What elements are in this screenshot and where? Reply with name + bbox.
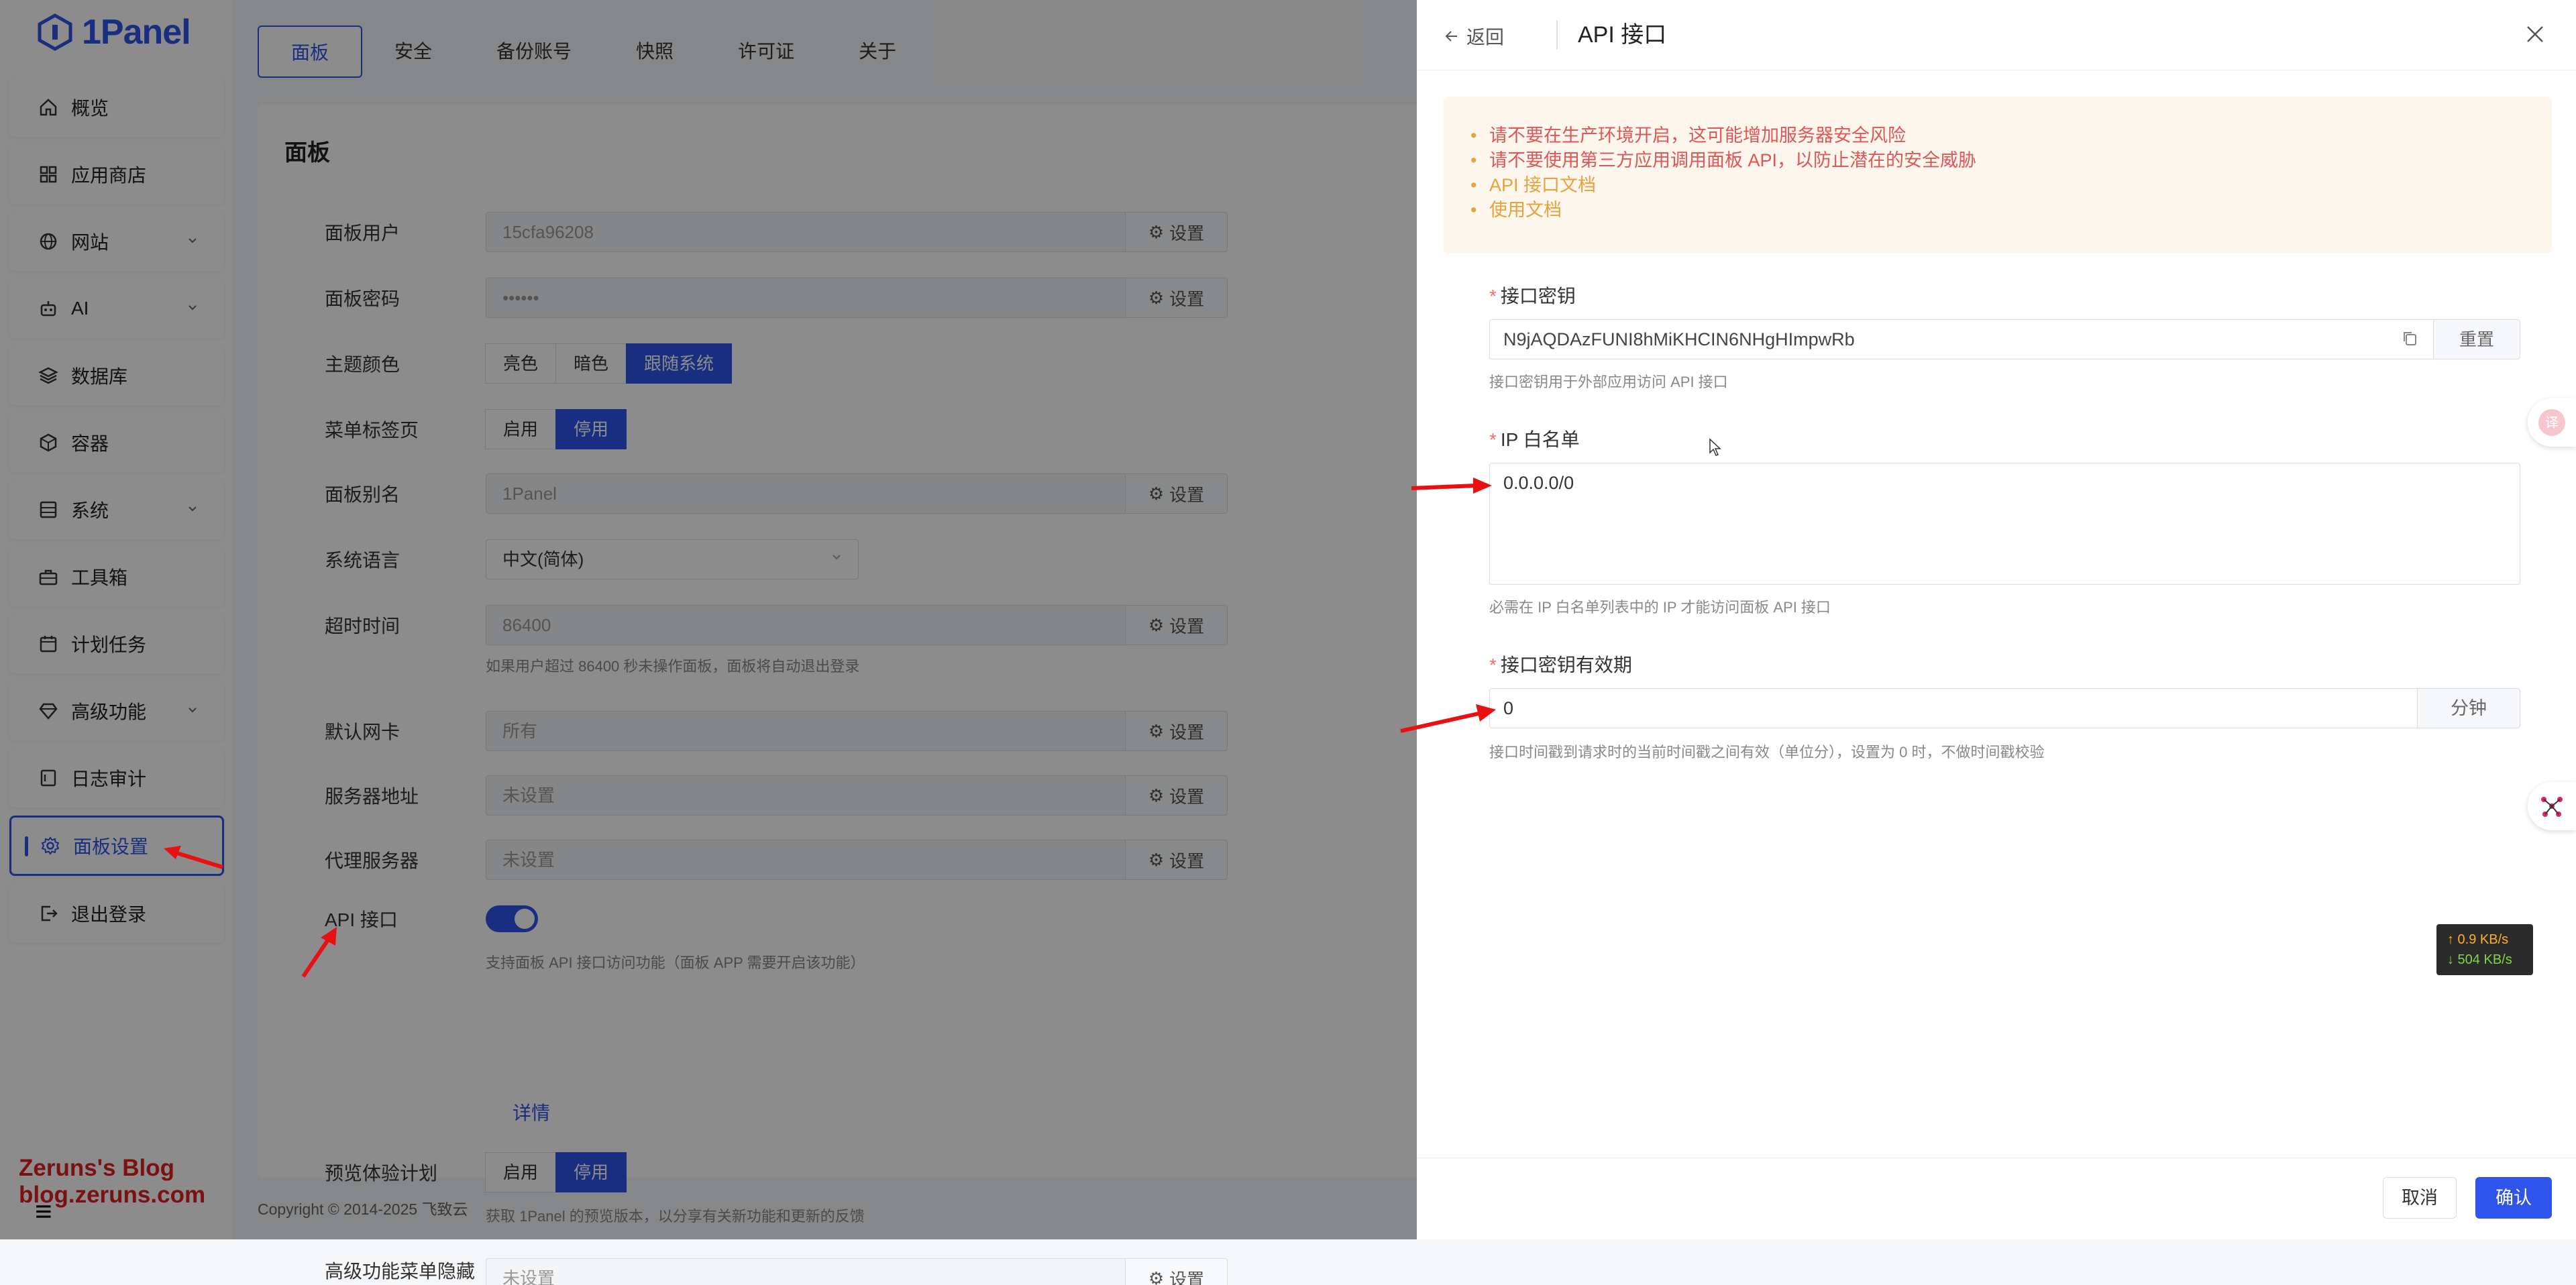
button-label: 设置	[1169, 1266, 1204, 1285]
svg-text:译: 译	[2545, 414, 2559, 431]
ip-whitelist-textarea[interactable]: 0.0.0.0/0	[1489, 463, 2520, 585]
annotation-arrow	[161, 842, 228, 872]
label-text: 接口密钥	[1501, 286, 1576, 306]
network-graph-icon	[2537, 791, 2567, 821]
upload-speed: ↑ 0.9 KB/s	[2447, 930, 2533, 950]
gear-icon: ⚙	[1148, 1268, 1164, 1285]
hide-menu-field: 未设置	[486, 1258, 1126, 1285]
confirm-button[interactable]: 确认	[2475, 1177, 2552, 1219]
api-key-input[interactable]: N9jAQDAzFUNI8hMiKHCIN6NHgHImpwRb	[1489, 319, 2434, 359]
download-speed: ↓ 504 KB/s	[2447, 950, 2533, 970]
annotation-arrow	[1409, 473, 1496, 500]
api-drawer: 返回 API 接口 请不要在生产环境开启，这可能增加服务器安全风险 请不要使用第…	[1417, 0, 2576, 1239]
field-label: 高级功能菜单隐藏	[325, 1258, 486, 1284]
cancel-button[interactable]: 取消	[2383, 1177, 2457, 1219]
label-text: IP 白名单	[1501, 429, 1580, 450]
alert-item: 请不要使用第三方应用调用面板 API，以防止潜在的安全威胁	[1489, 148, 2552, 173]
close-icon[interactable]	[2524, 23, 2546, 46]
annotation-arrow	[301, 926, 341, 979]
key-validity-help: 接口时间戳到请求时的当前时间戳之间有效（单位分），设置为 0 时，不做时间戳校验	[1489, 740, 2044, 762]
warning-alert: 请不要在生产环境开启，这可能增加服务器安全风险 请不要使用第三方应用调用面板 A…	[1444, 97, 2552, 254]
annotation-arrow	[1398, 702, 1499, 735]
network-speed-widget: ↑ 0.9 KB/s ↓ 504 KB/s	[2436, 924, 2533, 975]
api-key-label: *接口密钥	[1489, 282, 1576, 309]
alert-item: 请不要在生产环境开启，这可能增加服务器安全风险	[1489, 123, 2552, 148]
back-label: 返回	[1466, 23, 1504, 50]
api-doc-link[interactable]: API 接口文档	[1489, 173, 2552, 198]
mouse-cursor-icon	[1709, 438, 1722, 457]
validity-unit: 分钟	[2417, 688, 2520, 728]
hide-menu-settings-button[interactable]: ⚙ 设置	[1126, 1258, 1228, 1285]
api-key-value: N9jAQDAzFUNI8hMiKHCIN6NHgHImpwRb	[1503, 329, 1855, 349]
drawer-header: 返回 API 接口	[1417, 0, 2576, 70]
drawer-title: API 接口	[1556, 20, 1666, 50]
modal-overlay[interactable]	[0, 0, 1417, 1239]
label-text: 接口密钥有效期	[1501, 655, 1632, 675]
drawer-footer: 取消 确认	[1417, 1158, 2576, 1240]
api-key-help: 接口密钥用于外部应用访问 API 接口	[1489, 370, 1728, 392]
translate-icon: 译	[2537, 408, 2567, 437]
translate-float-button[interactable]: 译	[2528, 398, 2576, 447]
ip-whitelist-label: *IP 白名单	[1489, 425, 1580, 452]
usage-doc-link[interactable]: 使用文档	[1489, 198, 2552, 223]
row-hide-menu: 高级功能菜单隐藏 未设置 ⚙ 设置	[325, 1258, 1228, 1285]
ip-whitelist-help: 必需在 IP 白名单列表中的 IP 才能访问面板 API 接口	[1489, 596, 1831, 617]
assistant-float-button[interactable]	[2528, 782, 2576, 830]
back-button[interactable]: 返回	[1444, 23, 1504, 50]
copy-icon[interactable]	[2401, 329, 2420, 348]
key-validity-input[interactable]: 0	[1489, 688, 2418, 728]
reset-key-button[interactable]: 重置	[2433, 319, 2520, 359]
key-validity-label: *接口密钥有效期	[1489, 651, 1632, 677]
arrow-left-icon	[1444, 28, 1460, 44]
